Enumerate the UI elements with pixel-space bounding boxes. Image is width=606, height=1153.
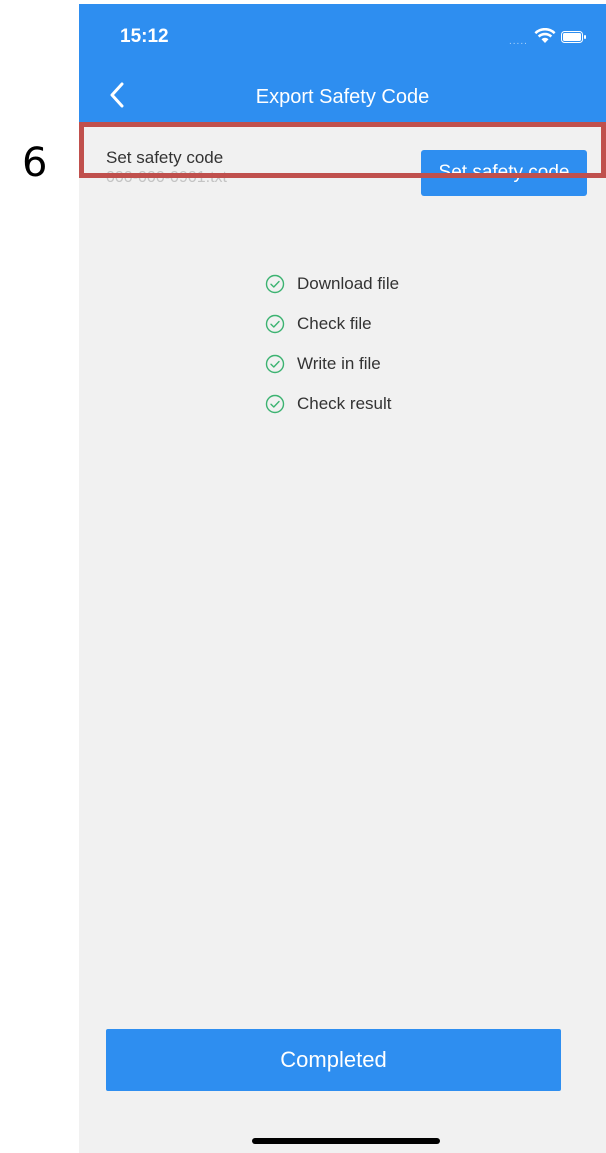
wifi-icon bbox=[534, 28, 556, 43]
setting-title: Set safety code bbox=[106, 148, 224, 167]
check-circle-icon bbox=[265, 394, 285, 414]
annotation-number: 6 bbox=[22, 140, 48, 186]
status-time: 15:12 bbox=[120, 26, 169, 47]
safety-code-row: Set safety code 000-000-0901.txt Set saf… bbox=[79, 124, 606, 202]
step-item: Check result bbox=[265, 384, 399, 424]
step-item: Download file bbox=[265, 264, 399, 304]
set-safety-code-button[interactable]: Set safety code bbox=[421, 150, 587, 196]
step-label: Write in file bbox=[297, 354, 381, 373]
completed-button[interactable]: Completed bbox=[106, 1029, 561, 1091]
app-header: 15:12 ..... Export Safety Code bbox=[79, 4, 606, 124]
signal-dots: ..... bbox=[509, 36, 528, 47]
phone-screen: 15:12 ..... Export Safety Code Set safet… bbox=[79, 4, 606, 1153]
check-circle-icon bbox=[265, 314, 285, 334]
page-title: Export Safety Code bbox=[255, 86, 430, 108]
step-label: Check file bbox=[297, 314, 372, 333]
step-label: Check result bbox=[297, 394, 392, 413]
step-label: Download file bbox=[297, 274, 400, 293]
setting-filename: 000-000-0901.txt bbox=[106, 169, 227, 186]
step-item: Check file bbox=[265, 304, 399, 344]
battery-icon bbox=[561, 31, 586, 43]
step-item: Write in file bbox=[265, 344, 399, 384]
check-circle-icon bbox=[265, 274, 285, 294]
check-circle-icon bbox=[265, 354, 285, 374]
home-indicator[interactable] bbox=[252, 1138, 440, 1144]
progress-steps: Download file Check file Write in file C… bbox=[265, 264, 399, 424]
